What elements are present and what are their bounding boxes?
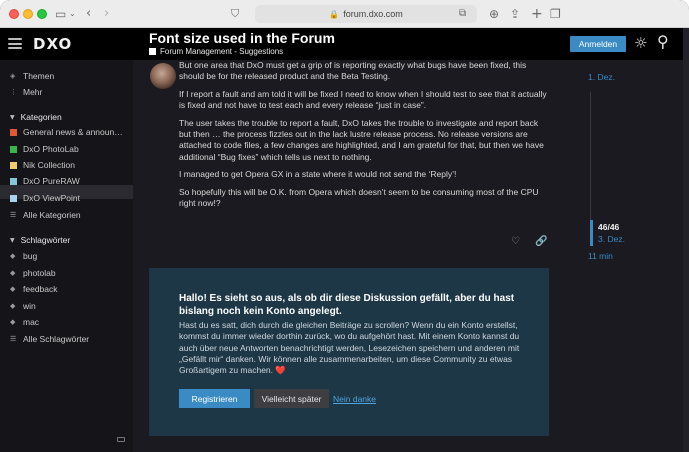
sidebar-item-label: DxO ViewPoint [23, 193, 81, 203]
sidebar-item-label: bug [23, 251, 38, 261]
no-thanks-link[interactable]: Nein danke [333, 394, 376, 404]
sidebar-item-label: Alle Schlagwörter [23, 334, 90, 344]
cta-heading: Hallo! Es sieht so aus, als ob dir diese… [179, 293, 515, 317]
category-swatch [10, 194, 17, 202]
browser-window: ▭ ⌄ ‹ › ⛉ 🔒 forum.dxo.com ⧉ ⊕ ⇪ + ❐ DXO … [0, 0, 689, 452]
post-paragraph: But one area that DxO must get a grip of… [179, 60, 527, 82]
sidebar-item-label: Themen [23, 71, 55, 81]
post-body: But one area that DxO must get a grip of… [179, 60, 549, 216]
chevron-down-icon: ▼ [10, 113, 15, 121]
topic-title[interactable]: Font size used in the Forum [149, 30, 335, 46]
topic-category[interactable]: Forum Management - Suggestions [149, 47, 283, 56]
signup-cta-box: Hallo! Es sieht so aus, als ob dir diese… [149, 268, 549, 436]
sidebar-item-label: DxO PhotoLab [23, 144, 79, 154]
translate-icon[interactable]: ⧉ [459, 0, 466, 28]
sidebar-item-label: Mehr [23, 87, 43, 97]
sidebar-tag-mac[interactable]: ◆ mac [10, 317, 39, 327]
tag-icon: ◆ [10, 269, 16, 277]
timeline-current-date: 3. Dez. [598, 234, 625, 244]
register-button[interactable]: Registrieren [179, 389, 250, 408]
sidebar-item-label: General news & announ… [23, 127, 123, 137]
close-window-button[interactable] [9, 9, 19, 19]
timeline-start-date[interactable]: 1. Dez. [588, 72, 615, 82]
sidebar-tag-bug[interactable]: ◆ bug [10, 251, 37, 261]
sidebar-item-label: photolab [23, 268, 56, 278]
category-label: Forum Management - Suggestions [160, 47, 284, 56]
sidebar-item-label: Alle Kategorien [23, 210, 81, 220]
sidebar-tag-photolab[interactable]: ◆ photolab [10, 268, 56, 278]
sidebar-item-label: DxO PureRAW [23, 176, 80, 186]
hamburger-menu-icon[interactable] [8, 38, 22, 49]
sidebar: ◈ Themen ⋮ Mehr ▼ Kategorien General new… [0, 60, 133, 452]
forward-icon[interactable]: › [104, 0, 109, 28]
sidebar-category-photolab[interactable]: DxO PhotoLab [10, 144, 79, 154]
sidebar-item-label: feedback [23, 284, 58, 294]
category-color-swatch [149, 48, 156, 55]
sidebar-category-general-news[interactable]: General news & announ… [10, 127, 123, 137]
maybe-later-button[interactable]: Vielleicht später [254, 389, 329, 408]
list-icon: ☰ [10, 211, 17, 219]
sidebar-all-categories[interactable]: ☰ Alle Kategorien [10, 210, 81, 220]
sidebar-item-more[interactable]: ⋮ Mehr [10, 87, 42, 97]
zoom-window-button[interactable] [37, 9, 47, 19]
layers-icon: ◈ [10, 72, 16, 80]
sidebar-toggle-icon[interactable]: ▭ [55, 0, 66, 28]
category-swatch [10, 177, 17, 185]
address-bar[interactable]: 🔒 forum.dxo.com [255, 5, 477, 23]
tag-icon: ◆ [10, 252, 16, 260]
shield-icon[interactable]: ⛉ [231, 0, 239, 28]
section-title: Kategorien [20, 112, 62, 122]
lock-icon: 🔒 [329, 9, 340, 19]
chevron-down-icon: ▼ [10, 236, 15, 244]
url-text: forum.dxo.com [343, 9, 403, 19]
back-icon[interactable]: ‹ [86, 0, 91, 28]
scrollbar[interactable] [683, 28, 689, 452]
timeline-end-ago[interactable]: 11 min [588, 251, 613, 261]
sidebar-category-pureraw[interactable]: DxO PureRAW [10, 176, 80, 186]
more-icon: ⋮ [10, 88, 17, 96]
search-icon[interactable]: ⚲ [657, 32, 669, 51]
site-header: DXO Font size used in the Forum Forum Ma… [0, 28, 689, 60]
minimize-window-button[interactable] [23, 9, 33, 19]
timeline-position: 46/46 [598, 222, 620, 232]
browser-toolbar: ▭ ⌄ ‹ › ⛉ 🔒 forum.dxo.com ⧉ ⊕ ⇪ + ❐ [0, 0, 689, 28]
post-paragraph: If I report a fault and am told it will … [179, 88, 547, 111]
categories-section-header[interactable]: ▼ Kategorien [10, 112, 62, 122]
list-icon: ☰ [10, 335, 17, 343]
post-paragraph: I managed to get Opera GX in a state whe… [179, 169, 457, 180]
sidebar-item-topics[interactable]: ◈ Themen [10, 71, 54, 81]
theme-toggle-icon[interactable]: ☼ [634, 34, 647, 52]
sidebar-tag-win[interactable]: ◆ win [10, 301, 36, 311]
category-swatch [10, 145, 17, 153]
sidebar-item-label: Nik Collection [23, 160, 75, 170]
sidebar-category-nik-collection[interactable]: Nik Collection [10, 160, 75, 170]
category-swatch [10, 161, 17, 169]
timeline-handle[interactable] [590, 220, 593, 246]
sidebar-all-tags[interactable]: ☰ Alle Schlagwörter [10, 334, 89, 344]
download-icon[interactable]: ⊕ [489, 0, 499, 28]
sidebar-item-label: mac [23, 317, 40, 327]
tag-icon: ◆ [10, 285, 16, 293]
avatar[interactable] [150, 63, 176, 89]
chevron-down-icon[interactable]: ⌄ [69, 0, 76, 28]
post-paragraph: So hopefully this will be O.K. from Oper… [179, 186, 539, 209]
section-title: Schlagwörter [20, 235, 71, 245]
new-tab-icon[interactable]: + [531, 0, 543, 28]
login-button[interactable]: Anmelden [570, 36, 626, 52]
dxo-logo[interactable]: DXO [33, 35, 72, 53]
tabs-overview-icon[interactable]: ❐ [550, 0, 561, 28]
sidebar-item-label: win [23, 301, 36, 311]
tag-icon: ◆ [10, 318, 16, 326]
keyboard-shortcuts-icon[interactable] [117, 437, 125, 442]
post-paragraph: The user takes the trouble to report a f… [179, 117, 544, 162]
cta-body: Hast du es satt, dich durch die gleichen… [179, 320, 520, 376]
like-heart-icon[interactable]: ♡ [511, 236, 520, 247]
tags-section-header[interactable]: ▼ Schlagwörter [10, 235, 70, 245]
share-link-icon[interactable]: 🔗 [535, 236, 547, 247]
sidebar-tag-feedback[interactable]: ◆ feedback [10, 284, 58, 294]
sidebar-category-viewpoint[interactable]: DxO ViewPoint [10, 193, 80, 203]
share-icon[interactable]: ⇪ [510, 0, 520, 28]
category-swatch [10, 128, 17, 136]
tag-icon: ◆ [10, 302, 16, 310]
